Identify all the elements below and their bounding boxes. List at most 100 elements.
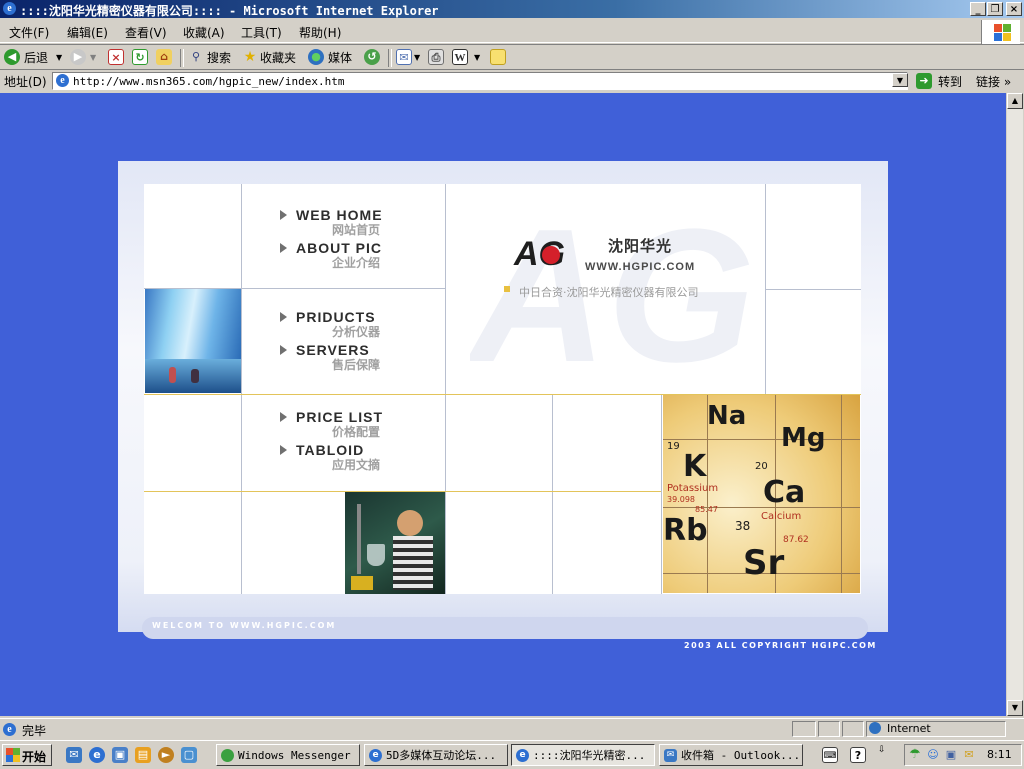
task-label: 5D多媒体互动论坛...: [386, 749, 497, 762]
go-button[interactable]: ➜ 转到: [916, 72, 962, 90]
address-url: http://www.msn365.com/hgpic_new/index.ht…: [73, 75, 345, 88]
links-button[interactable]: 链接 »: [976, 73, 1011, 90]
clock[interactable]: 8:11: [987, 748, 1012, 761]
home-button[interactable]: ⌂: [156, 48, 172, 66]
menu-file[interactable]: 文件(F): [9, 24, 49, 41]
search-icon: ⚲: [191, 50, 201, 63]
search-label: 搜索: [207, 50, 232, 65]
address-bar: 地址(D) e http://www.msn365.com/hgpic_new/…: [0, 69, 1024, 92]
messenger-note-button[interactable]: [490, 48, 506, 66]
display-icon[interactable]: ▣: [943, 747, 959, 763]
forward-button[interactable]: ▶ ▼: [70, 48, 96, 66]
help-icon[interactable]: ?: [850, 747, 866, 763]
back-dropdown-icon[interactable]: ▼: [56, 53, 62, 62]
page-viewport: AG WEB HOME 网站首页 ABOUT PIC 企业介绍 PRIDUCTS…: [0, 93, 1006, 716]
task-forum[interactable]: e 5D多媒体互动论坛...: [364, 744, 508, 766]
outlook-icon: ✉: [664, 748, 677, 762]
site-panel: AG WEB HOME 网站首页 ABOUT PIC 企业介绍 PRIDUCTS…: [118, 161, 888, 639]
media-button[interactable]: ● 媒体: [308, 48, 352, 66]
ie-icon: e: [516, 748, 529, 762]
menu-edit[interactable]: 编辑(E): [67, 24, 108, 41]
star-icon: ★: [243, 49, 257, 65]
search-button[interactable]: ⚲ 搜索: [188, 48, 231, 66]
nav-label-cn: 价格配置: [332, 425, 381, 439]
mail-button[interactable]: ✉ ▼: [396, 48, 420, 66]
menu-favorites[interactable]: 收藏(A): [183, 24, 225, 41]
stop-button[interactable]: ×: [108, 48, 124, 66]
media-player-icon[interactable]: ►: [158, 747, 174, 763]
ie-launch-icon[interactable]: e: [89, 747, 105, 763]
menu-bar: 文件(F) 编辑(E) 查看(V) 收藏(A) 工具(T) 帮助(H): [0, 20, 1024, 43]
scroll-down-icon[interactable]: ▼: [1007, 700, 1023, 716]
outlook-express-icon[interactable]: ✉: [66, 747, 82, 763]
refresh-icon: ↻: [132, 49, 148, 65]
go-label: 转到: [938, 74, 963, 89]
history-button[interactable]: ↺: [364, 48, 380, 66]
desktop-icon[interactable]: ▣: [112, 747, 128, 763]
status-pane: [818, 721, 840, 737]
note-icon: [490, 49, 506, 65]
standard-toolbar: ◀ 后退 ▼ ▶ ▼ × ↻ ⌂ ⚲ 搜索 ★ 收藏夹 ● 媒体 ↺ ✉ ▼ ⎙…: [0, 44, 1024, 70]
task-windows-messenger[interactable]: Windows Messenger: [216, 744, 360, 766]
media-icon: ●: [308, 49, 324, 65]
mail-dropdown-icon[interactable]: ▼: [414, 53, 420, 62]
element-name: Potassium: [667, 483, 719, 494]
messenger-tray-icon[interactable]: ☺: [925, 747, 941, 763]
windows-logo-icon: [981, 20, 1020, 44]
zone-label: Internet: [887, 722, 931, 735]
company-name: 沈阳华光: [608, 237, 673, 255]
welcome-bar: WELCOM TO WWW.HGPIC.COM: [142, 617, 868, 639]
scroll-up-icon[interactable]: ▲: [1007, 93, 1023, 109]
task-label: 收件箱 - Outlook...: [681, 749, 801, 762]
address-dropdown-icon[interactable]: ▼: [892, 73, 908, 87]
folder-icon[interactable]: ▤: [135, 747, 151, 763]
forward-arrow-icon: ▶: [70, 49, 86, 65]
network-icon[interactable]: ☂: [907, 747, 923, 763]
window-title: ::::沈阳华光精密仪器有限公司:::: - Microsoft Interne…: [20, 4, 439, 18]
back-button[interactable]: ◀ 后退 ▼: [4, 48, 62, 66]
arrow-right-icon: [280, 445, 287, 455]
print-button[interactable]: ⎙: [428, 48, 444, 66]
minimize-button[interactable]: _: [970, 2, 986, 16]
system-tray: ☂ ☺ ▣ ✉ 8:11: [904, 744, 1022, 766]
mail-tray-icon[interactable]: ✉: [961, 747, 977, 763]
refresh-button[interactable]: ↻: [132, 48, 148, 66]
language-bar-icon[interactable]: ⇩: [878, 745, 886, 755]
menu-view[interactable]: 查看(V): [125, 24, 167, 41]
task-outlook[interactable]: ✉ 收件箱 - Outlook...: [659, 744, 803, 766]
nav-label-cn: 应用文摘: [332, 458, 381, 472]
address-label: 地址(D): [4, 75, 47, 89]
vertical-scrollbar[interactable]: ▲ ▼: [1006, 93, 1023, 716]
status-bar: e 完毕 Internet: [0, 718, 1024, 739]
print-icon: ⎙: [428, 49, 444, 65]
company-logo[interactable]: AG: [514, 234, 572, 274]
stop-icon: ×: [108, 49, 124, 65]
forward-dropdown-icon[interactable]: ▼: [90, 53, 96, 62]
ie-icon[interactable]: e: [3, 2, 16, 15]
address-input[interactable]: e http://www.msn365.com/hgpic_new/index.…: [52, 72, 908, 90]
messenger-launch-icon[interactable]: ▢: [181, 747, 197, 763]
nav-label-cn: 售后保障: [332, 358, 381, 372]
home-icon: ⌂: [156, 49, 172, 65]
keyboard-icon[interactable]: ⌨: [822, 747, 838, 763]
arrow-right-icon: [280, 312, 287, 322]
task-label: Windows Messenger: [238, 748, 351, 762]
windows-flag-icon: [6, 748, 20, 762]
go-arrow-icon: ➜: [916, 73, 932, 89]
favorites-label: 收藏夹: [260, 50, 297, 65]
favorites-button[interactable]: ★ 收藏夹: [242, 48, 296, 66]
arrow-right-icon: [280, 345, 287, 355]
welcome-text: WELCOM TO WWW.HGPIC.COM: [152, 621, 337, 630]
bullet-icon: [504, 286, 510, 292]
start-button[interactable]: 开始: [2, 744, 52, 766]
edit-button[interactable]: W ▼: [452, 48, 480, 66]
edit-dropdown-icon[interactable]: ▼: [474, 53, 480, 62]
arrow-right-icon: [280, 210, 287, 220]
status-text: 完毕: [22, 724, 47, 738]
menu-help[interactable]: 帮助(H): [299, 24, 341, 41]
element-symbol: Mg: [781, 423, 826, 453]
task-hgpic-browser[interactable]: e ::::沈阳华光精密...: [511, 744, 655, 766]
close-button[interactable]: ×: [1006, 2, 1022, 16]
restore-button[interactable]: ❐: [987, 2, 1003, 16]
menu-tools[interactable]: 工具(T): [241, 24, 282, 41]
